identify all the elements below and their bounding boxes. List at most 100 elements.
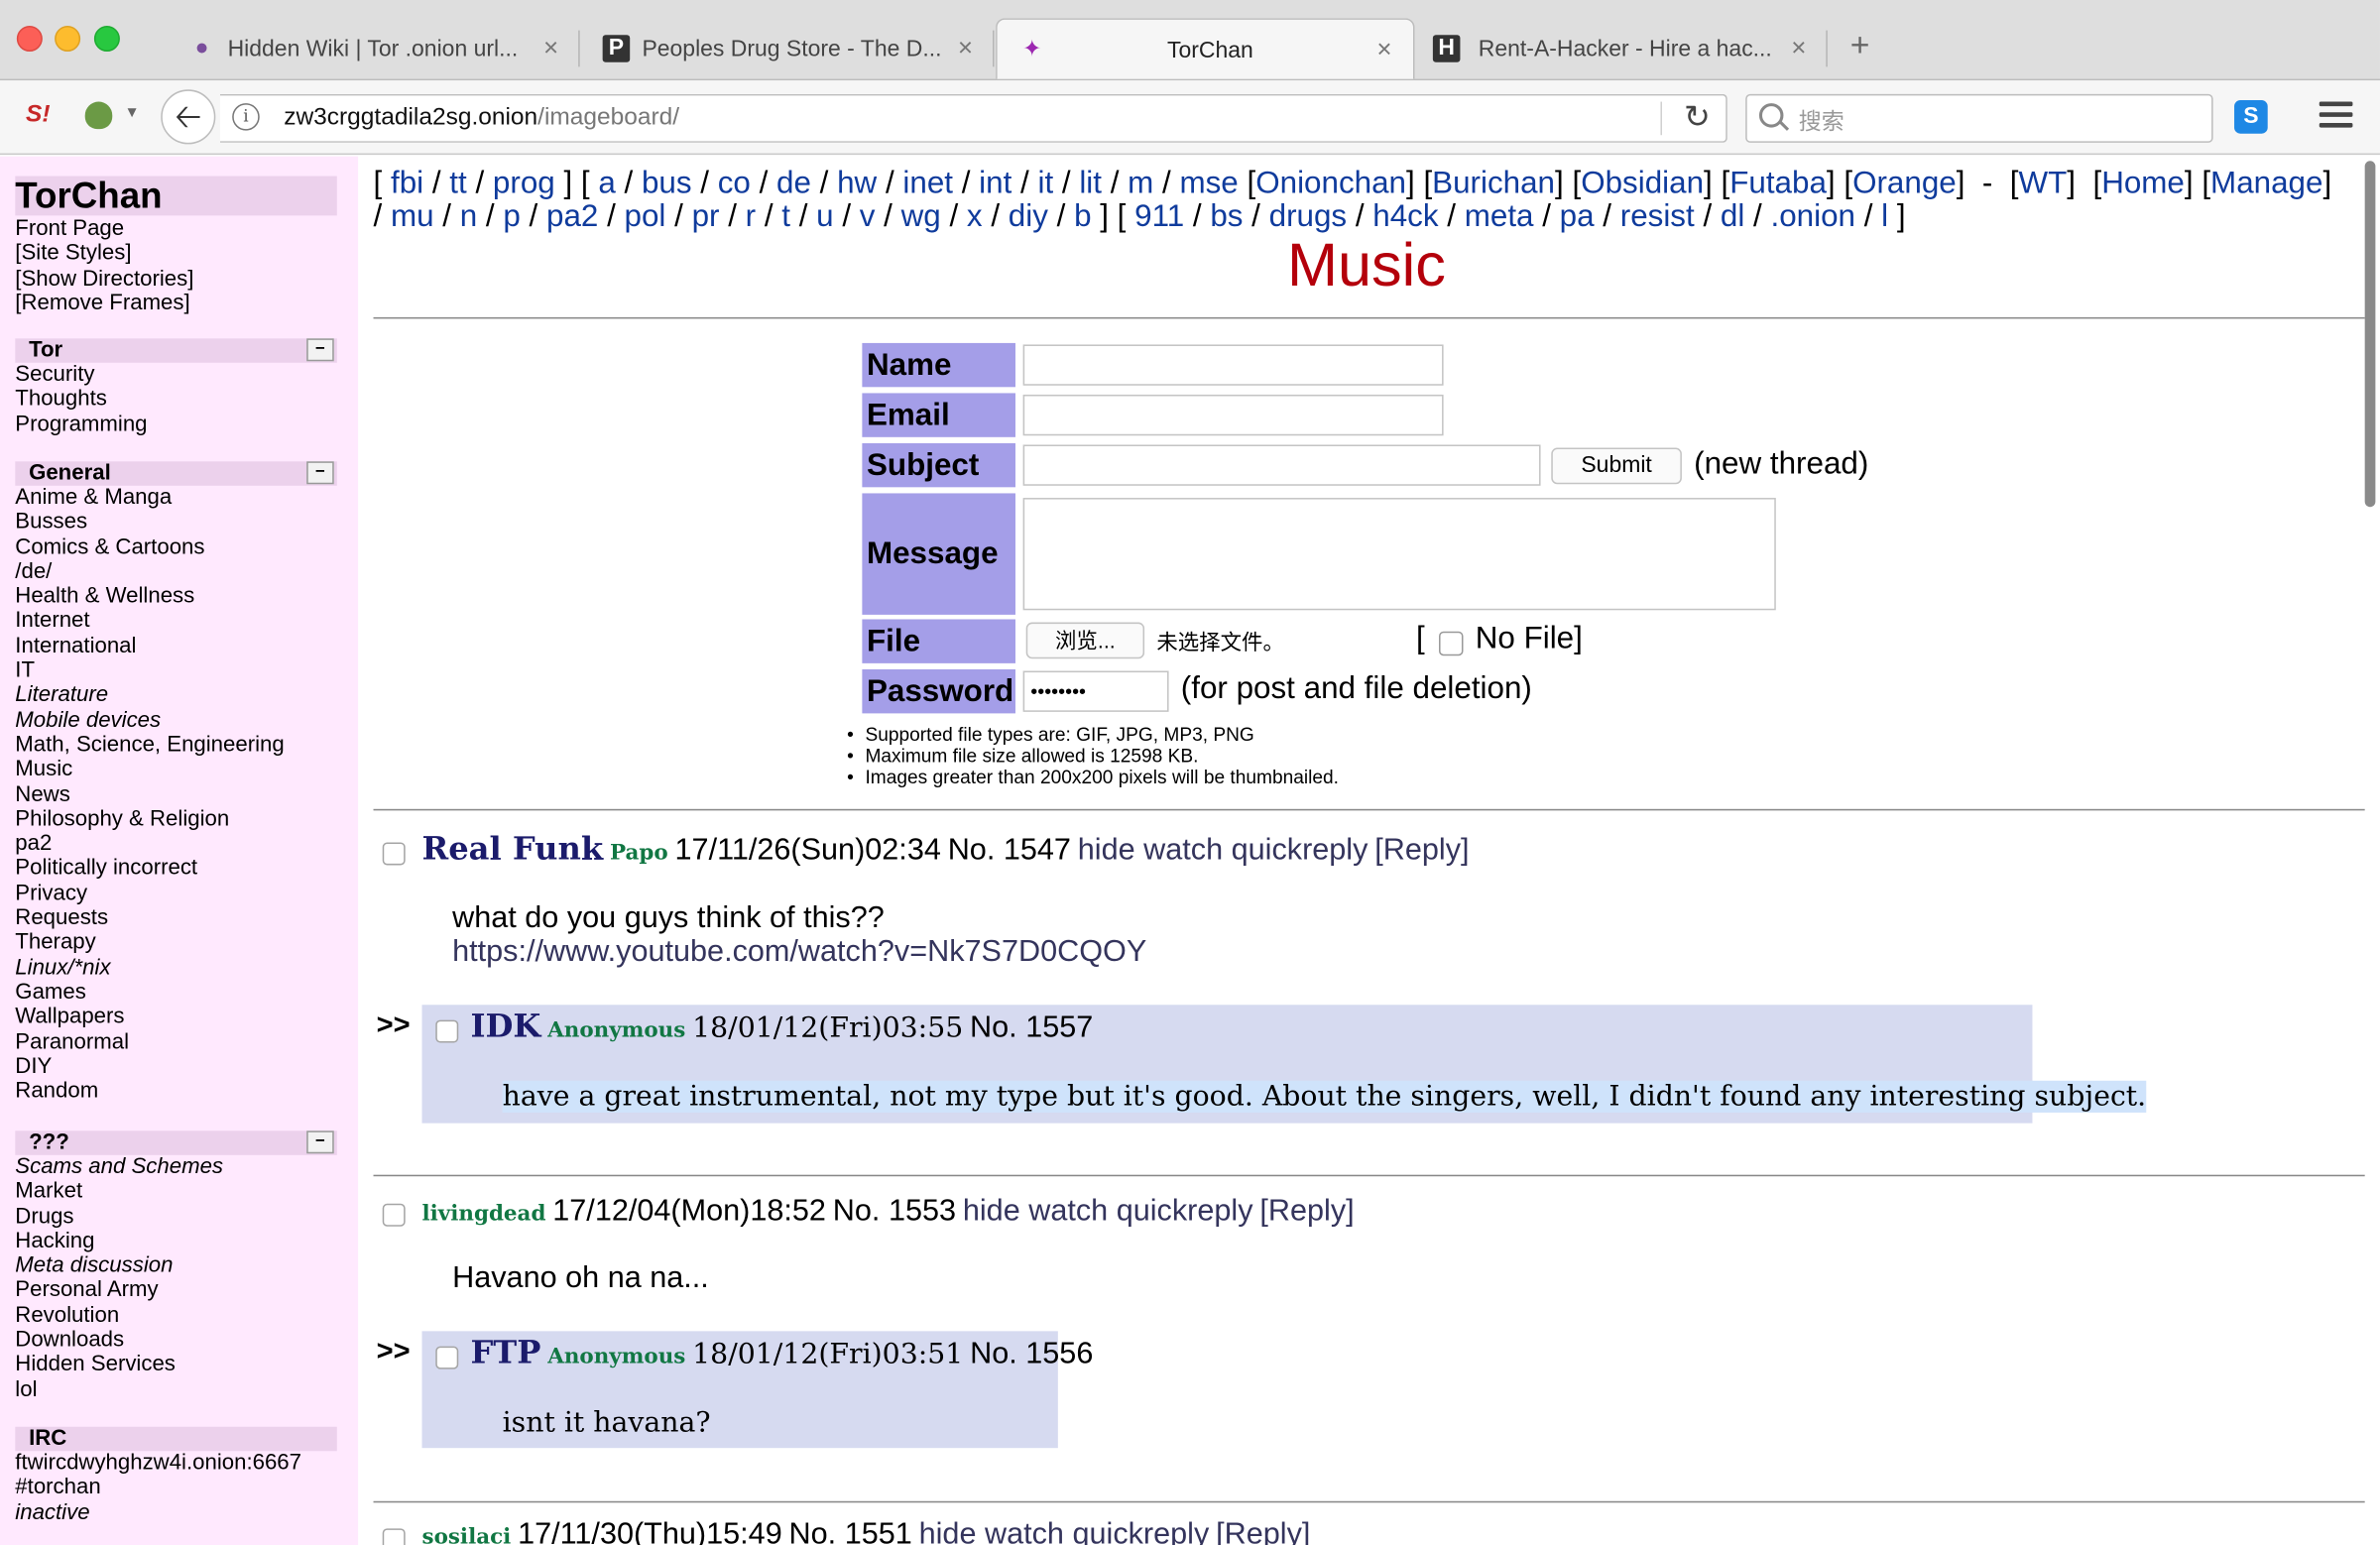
board-link[interactable]: hw bbox=[837, 166, 877, 200]
sidebar-item[interactable]: Anime & Manga bbox=[15, 486, 336, 511]
sidebar-item[interactable]: Therapy bbox=[15, 931, 336, 956]
skype-icon[interactable]: S bbox=[2234, 100, 2268, 134]
board-link[interactable]: Manage bbox=[2210, 166, 2322, 200]
post-actions[interactable]: hide watch quickreply bbox=[919, 1518, 1210, 1545]
post-link[interactable]: https://www.youtube.com/watch?v=Nk7S7D0C… bbox=[452, 935, 1146, 969]
back-button[interactable]: 🡠 bbox=[161, 89, 216, 145]
collapse-icon[interactable]: − bbox=[306, 461, 334, 485]
board-link[interactable]: u bbox=[816, 199, 833, 234]
sidebar-item[interactable]: Requests bbox=[15, 906, 336, 931]
sidebar-item[interactable]: Personal Army bbox=[15, 1279, 336, 1304]
post-number[interactable]: No. 1547 bbox=[948, 833, 1071, 867]
board-link[interactable]: x bbox=[967, 199, 983, 234]
post-number[interactable]: No. 1553 bbox=[833, 1195, 956, 1229]
sidebar-item[interactable]: Random bbox=[15, 1079, 336, 1104]
no-file-checkbox[interactable] bbox=[1439, 631, 1464, 656]
thread-checkbox[interactable] bbox=[382, 842, 406, 866]
sidebar-item[interactable]: Thoughts bbox=[15, 388, 336, 413]
sidebar-item[interactable]: Comics & Cartoons bbox=[15, 535, 336, 560]
scrollbar-thumb[interactable] bbox=[2364, 161, 2376, 508]
sidebar-item[interactable]: IT bbox=[15, 658, 336, 683]
email-input[interactable] bbox=[1022, 394, 1444, 436]
addon-logo-icon[interactable]: S! bbox=[26, 102, 50, 130]
board-link[interactable]: Futaba bbox=[1729, 166, 1827, 200]
sidebar-item[interactable]: Politically incorrect bbox=[15, 857, 336, 882]
board-link[interactable]: prog bbox=[493, 166, 555, 200]
board-link[interactable]: Home bbox=[2101, 166, 2185, 200]
close-window-button[interactable] bbox=[16, 26, 43, 53]
new-tab-button[interactable]: + bbox=[1850, 28, 1870, 62]
board-link[interactable]: inet bbox=[902, 166, 953, 200]
link-site-styles[interactable]: [Site Styles] bbox=[15, 242, 193, 267]
board-link[interactable]: pa bbox=[1560, 199, 1595, 234]
board-link[interactable]: v bbox=[860, 199, 876, 234]
url-text[interactable]: zw3crggtadila2sg.onion/imageboard/ bbox=[284, 105, 679, 133]
board-link[interactable]: Burichan bbox=[1432, 166, 1555, 200]
sidebar-item[interactable]: Drugs bbox=[15, 1205, 336, 1230]
sidebar-item[interactable]: Health & Wellness bbox=[15, 585, 336, 610]
reply-checkbox[interactable] bbox=[435, 1346, 459, 1369]
name-input[interactable] bbox=[1022, 344, 1444, 386]
tab-hidden-wiki[interactable]: ● Hidden Wiki | Tor .onion url... × bbox=[167, 18, 580, 78]
link-show-directories[interactable]: [Show Directories] bbox=[15, 267, 193, 292]
sidebar-item[interactable]: Revolution bbox=[15, 1303, 336, 1328]
sidebar-item[interactable]: Paranormal bbox=[15, 1030, 336, 1055]
board-link[interactable]: fbi bbox=[391, 166, 423, 200]
board-link[interactable]: diy bbox=[1009, 199, 1048, 234]
thread-checkbox[interactable] bbox=[382, 1528, 406, 1545]
sidebar-item[interactable]: #torchan bbox=[15, 1476, 336, 1500]
sidebar-item[interactable]: International bbox=[15, 634, 336, 658]
reply-link[interactable]: [Reply] bbox=[1259, 1195, 1354, 1229]
post-number[interactable]: No. 1551 bbox=[789, 1518, 912, 1545]
sidebar-item[interactable]: News bbox=[15, 782, 336, 807]
board-link[interactable]: h4ck bbox=[1372, 199, 1438, 234]
sidebar-item[interactable]: Mobile devices bbox=[15, 708, 336, 733]
board-link[interactable]: WT bbox=[2019, 166, 2068, 200]
board-link[interactable]: it bbox=[1037, 166, 1053, 200]
close-tab-icon[interactable]: × bbox=[543, 34, 558, 64]
reply-link[interactable]: [Reply] bbox=[1216, 1518, 1310, 1545]
board-link[interactable]: t bbox=[781, 199, 790, 234]
close-tab-icon[interactable]: × bbox=[1376, 35, 1391, 65]
board-link[interactable]: co bbox=[718, 166, 751, 200]
sidebar-item[interactable]: Programming bbox=[15, 413, 336, 437]
zoom-window-button[interactable] bbox=[93, 26, 120, 53]
board-link[interactable]: r bbox=[746, 199, 756, 234]
board-link[interactable]: Obsidian bbox=[1581, 166, 1704, 200]
site-brand[interactable]: TorChan bbox=[15, 176, 337, 217]
board-link[interactable]: bus bbox=[642, 166, 692, 200]
board-link[interactable]: bs bbox=[1210, 199, 1243, 234]
board-link[interactable]: resist bbox=[1620, 199, 1695, 234]
search-bar[interactable]: 搜索 bbox=[1745, 93, 2213, 143]
sidebar-item[interactable]: Scams and Schemes bbox=[15, 1155, 336, 1180]
sidebar-item[interactable]: DIY bbox=[15, 1055, 336, 1080]
board-link[interactable]: a bbox=[598, 166, 615, 200]
sidebar-item[interactable]: Hacking bbox=[15, 1230, 336, 1254]
submit-button[interactable]: Submit bbox=[1551, 447, 1682, 485]
sidebar-item[interactable]: /de/ bbox=[15, 560, 336, 585]
link-front-page[interactable]: Front Page bbox=[15, 217, 193, 242]
board-link[interactable]: de bbox=[776, 166, 811, 200]
board-link[interactable]: pa2 bbox=[546, 199, 598, 234]
board-link[interactable]: int bbox=[979, 166, 1012, 200]
sidebar-item[interactable]: Linux/*nix bbox=[15, 956, 336, 981]
collapse-icon[interactable]: − bbox=[306, 338, 334, 362]
board-link[interactable]: m bbox=[1128, 166, 1153, 200]
reply-checkbox[interactable] bbox=[435, 1019, 459, 1043]
collapse-icon[interactable]: − bbox=[306, 1130, 334, 1154]
reply-number[interactable]: No. 1557 bbox=[970, 1010, 1093, 1044]
board-link[interactable]: mu bbox=[391, 199, 434, 234]
sidebar-item[interactable]: Busses bbox=[15, 511, 336, 535]
sidebar-item[interactable]: Math, Science, Engineering bbox=[15, 733, 336, 758]
close-tab-icon[interactable]: × bbox=[1791, 34, 1806, 64]
sidebar-item[interactable]: Philosophy & Religion bbox=[15, 807, 336, 832]
post-actions[interactable]: hide watch quickreply bbox=[1078, 833, 1368, 867]
url-bar[interactable]: i zw3crggtadila2sg.onion/imageboard/ ↻ bbox=[219, 93, 1727, 143]
sidebar-item[interactable]: Literature bbox=[15, 683, 336, 708]
board-link[interactable]: mse bbox=[1179, 166, 1238, 200]
sidebar-item[interactable]: Market bbox=[15, 1180, 336, 1205]
sidebar-item[interactable]: ftwircdwyhghzw4i.onion:6667 bbox=[15, 1451, 336, 1476]
board-link[interactable]: wg bbox=[901, 199, 941, 234]
sidebar-item[interactable]: Privacy bbox=[15, 882, 336, 906]
sidebar-item[interactable]: Internet bbox=[15, 610, 336, 635]
